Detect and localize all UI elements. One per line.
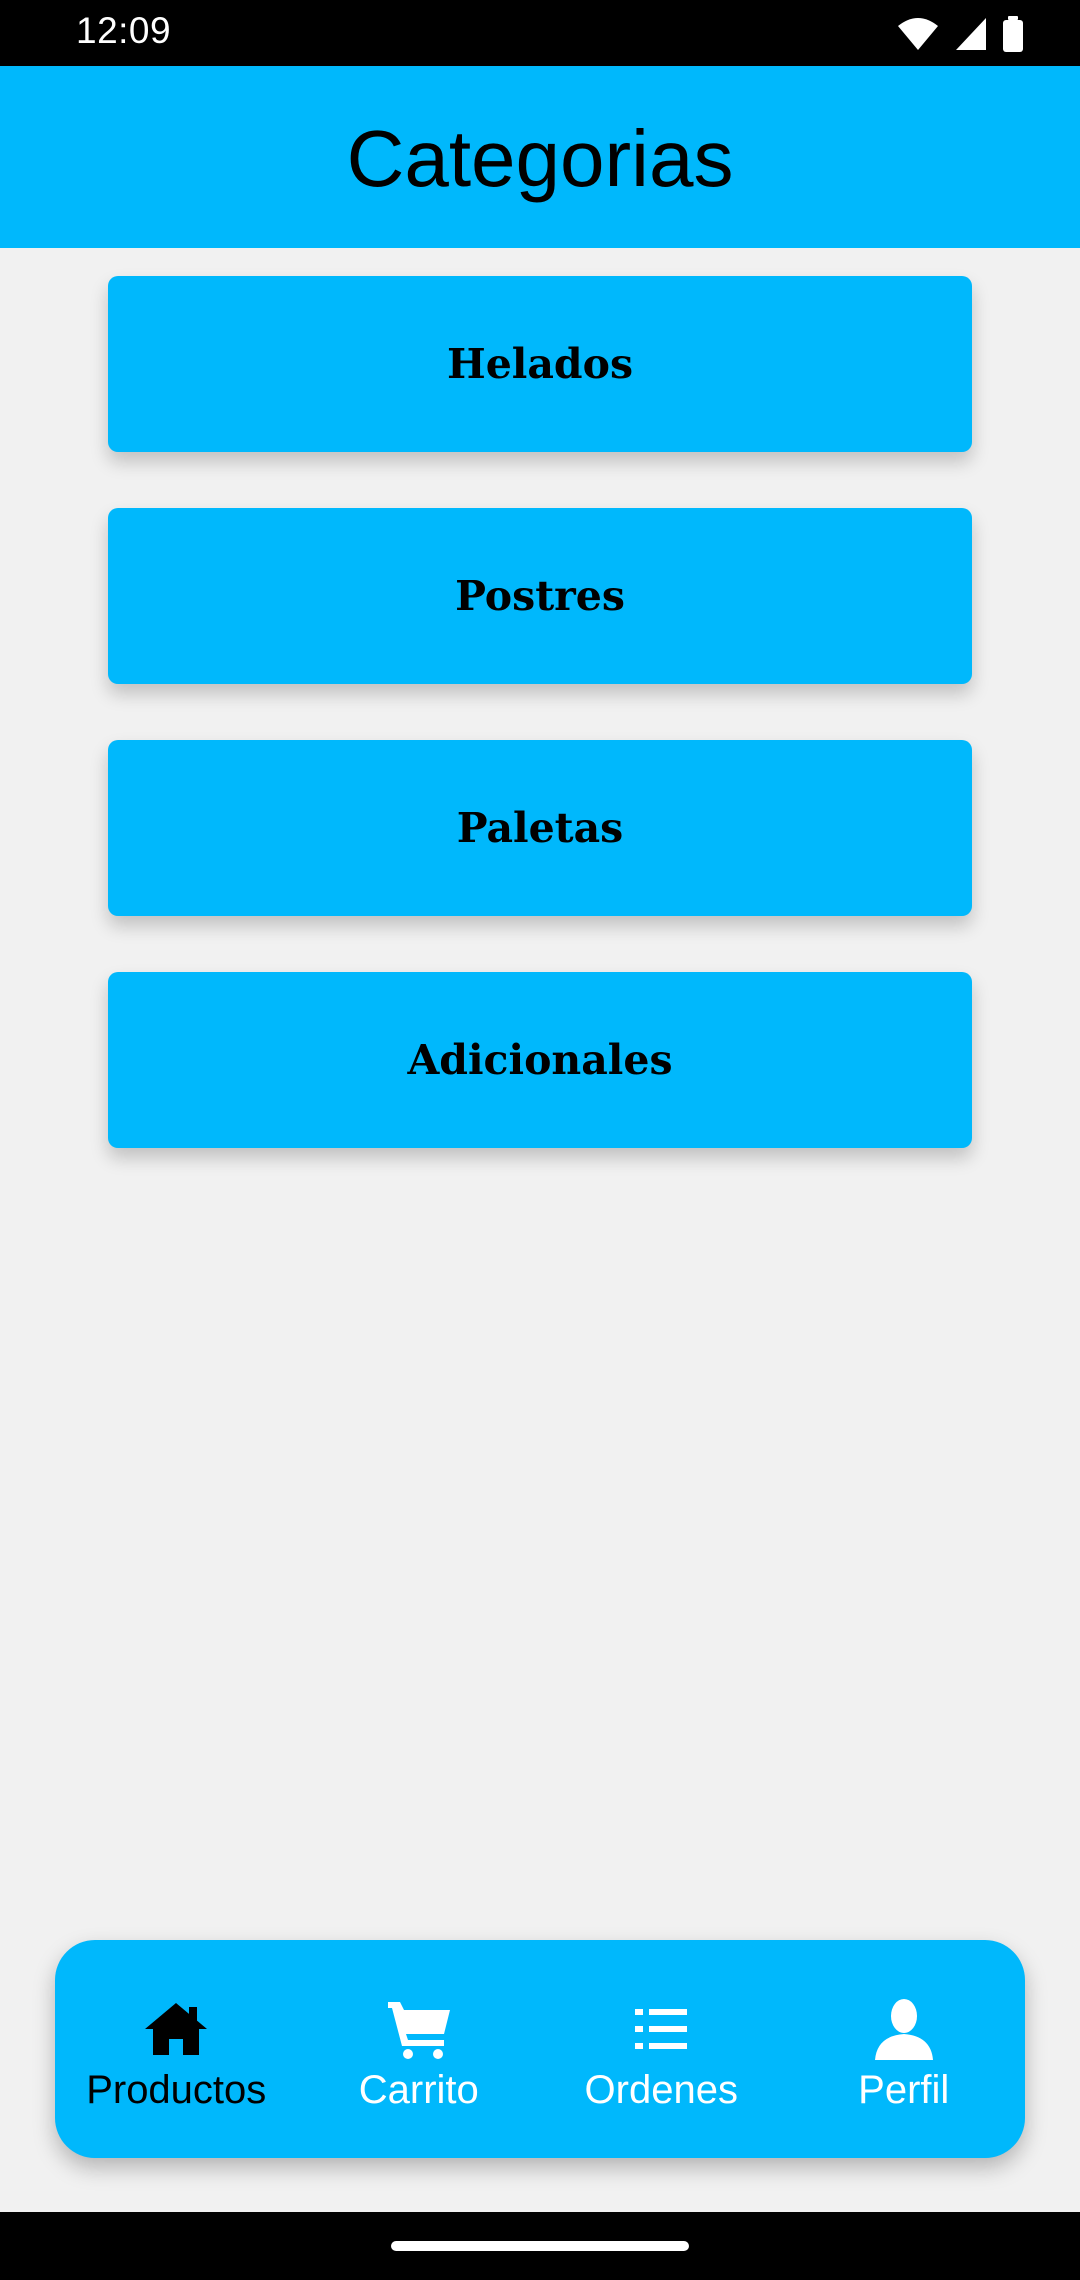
category-list: Helados Postres Paletas Adicionales [78, 248, 1008, 1174]
wifi-icon [896, 16, 940, 52]
nav-item-productos[interactable]: Productos [55, 1940, 297, 2158]
category-label: Postres [455, 572, 625, 620]
category-button-helados[interactable]: Helados [108, 276, 972, 452]
battery-icon [1002, 16, 1024, 52]
category-label: Paletas [456, 804, 624, 852]
status-bar: 12:09 [0, 0, 1080, 66]
app-bar: Categorias [0, 66, 1080, 248]
page-title: Categorias [346, 114, 734, 203]
home-gesture-handle[interactable] [391, 2241, 689, 2251]
cart-icon [386, 1996, 452, 2062]
nav-item-perfil[interactable]: Perfil [783, 1940, 1025, 2158]
nav-item-ordenes[interactable]: Ordenes [540, 1940, 782, 2158]
category-button-adicionales[interactable]: Adicionales [108, 972, 972, 1148]
category-button-paletas[interactable]: Paletas [108, 740, 972, 916]
nav-item-carrito[interactable]: Carrito [298, 1940, 540, 2158]
list-icon [628, 1996, 694, 2062]
category-button-postres[interactable]: Postres [108, 508, 972, 684]
bottom-navigation: Productos Carrito Ordenes Perfil [55, 1940, 1025, 2158]
home-icon [143, 1996, 209, 2062]
category-label: Helados [446, 340, 634, 388]
status-icons [896, 16, 1024, 52]
nav-label: Productos [86, 2067, 267, 2112]
system-navigation-bar [0, 2212, 1080, 2280]
status-time: 12:09 [76, 10, 172, 51]
nav-label: Carrito [358, 2067, 479, 2112]
category-label: Adicionales [407, 1036, 673, 1084]
person-icon [871, 1996, 937, 2062]
nav-label: Ordenes [584, 2067, 738, 2112]
signal-icon [954, 16, 988, 52]
nav-label: Perfil [858, 2067, 950, 2112]
